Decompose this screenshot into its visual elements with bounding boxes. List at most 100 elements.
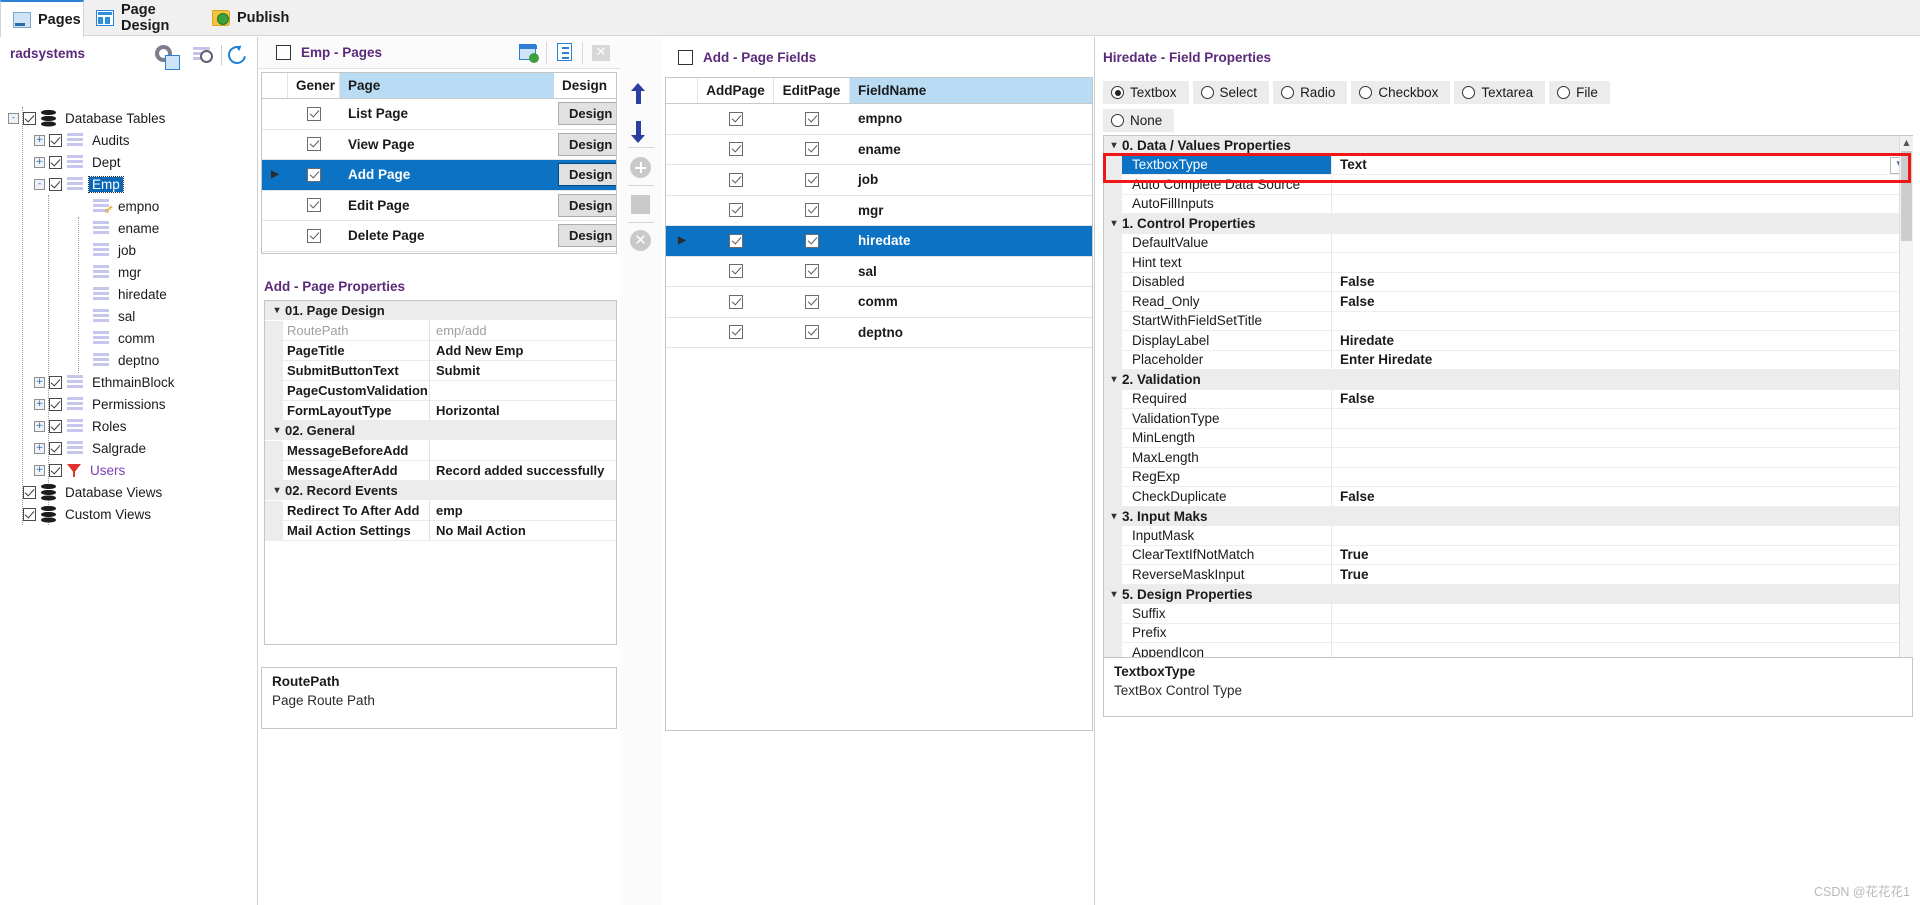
chevron-down-icon[interactable]: ▾ [1106,511,1122,522]
page-properties-grid[interactable]: ▾ 01. Page Design RoutePath emp/add PageTitl… [264,300,617,645]
move-down-arrow-icon[interactable] [627,115,655,143]
addpage-checkbox[interactable] [729,294,743,309]
page-design-cell[interactable]: Design [554,130,616,160]
control-type-radio-textbox[interactable]: Textbox [1103,81,1189,104]
field-property-row[interactable]: DefaultValue [1104,233,1912,253]
field-property-row[interactable]: CheckDuplicate False [1104,487,1912,507]
field-property-value[interactable] [1332,526,1912,546]
field-property-value[interactable]: Text▼ [1332,155,1912,175]
pages-grid-row[interactable]: View Page Design [262,130,616,160]
page-enabled-cell[interactable] [288,191,340,221]
property-row[interactable]: Mail Action Settings No Mail Action [265,521,616,541]
field-property-row[interactable]: DisplayLabel Hiredate [1104,331,1912,351]
fields-select-all-checkbox[interactable] [678,50,693,65]
new-page-icon[interactable] [516,41,542,65]
field-property-category-row[interactable]: ▾ 1. Control Properties [1104,214,1912,234]
field-property-value[interactable] [1332,409,1912,429]
field-property-value[interactable] [1332,623,1912,643]
property-row[interactable]: MessageBeforeAdd [265,441,616,461]
copy-page-icon[interactable] [554,41,580,65]
page-enabled-cell[interactable] [288,221,340,251]
property-category-row[interactable]: ▾ 01. Page Design [265,301,616,321]
page-enabled-checkbox[interactable] [307,198,321,213]
tree-node-dept[interactable]: + Dept [0,151,258,173]
page-design-cell[interactable]: Design [554,221,616,251]
remove-field-icon[interactable] [627,191,655,219]
tree-node-salgrade[interactable]: + Salgrade [0,437,258,459]
property-value[interactable]: emp [430,501,616,521]
tree-node-comm[interactable]: comm [0,327,258,349]
expand-icon[interactable]: + [34,156,45,168]
tree-node-checkbox[interactable] [49,397,62,411]
field-property-value[interactable]: False [1332,487,1912,507]
addpage-checkbox[interactable] [729,172,743,187]
property-value[interactable]: Record added successfully [430,461,616,481]
tree-node-checkbox[interactable] [49,419,62,433]
pages-col-page[interactable]: Page [340,73,554,98]
page-fields-grid[interactable]: AddPage EditPage FieldName empno ename job mgr… [665,77,1093,731]
fields-col-fieldname[interactable]: FieldName [850,78,1092,103]
tree-node-ename[interactable]: ename [0,217,258,239]
tree-node-checkbox[interactable] [49,441,62,455]
field-property-row[interactable]: InputMask [1104,526,1912,546]
radio-icon[interactable] [1557,86,1571,99]
editpage-cell[interactable] [774,287,850,317]
field-property-value[interactable] [1332,428,1912,448]
addpage-cell[interactable] [698,318,774,348]
field-property-row[interactable]: Placeholder Enter Hiredate [1104,350,1912,370]
fields-col-editpage[interactable]: EditPage [774,78,850,103]
editpage-checkbox[interactable] [805,264,819,279]
field-property-value[interactable]: False [1332,389,1912,409]
scroll-thumb[interactable] [1901,151,1912,241]
fields-grid-row[interactable]: mgr [666,196,1092,226]
field-property-value[interactable]: True [1332,565,1912,585]
editpage-cell[interactable] [774,165,850,195]
page-enabled-checkbox[interactable] [307,167,321,182]
pages-grid-row[interactable]: ▶ Add Page Design [262,160,616,191]
editpage-checkbox[interactable] [805,142,819,157]
fields-grid-row[interactable]: deptno [666,318,1092,348]
page-enabled-checkbox[interactable] [307,106,321,121]
field-property-row[interactable]: Hint text [1104,253,1912,273]
field-property-row[interactable]: MinLength [1104,428,1912,448]
field-property-category[interactable]: ▾ 2. Validation [1104,370,1912,390]
fields-grid-row[interactable]: comm [666,287,1092,318]
field-property-value[interactable]: True [1332,545,1912,565]
chevron-down-icon[interactable]: ▾ [1106,589,1122,600]
field-property-category[interactable]: ▾ 5. Design Properties [1104,584,1912,604]
page-design-cell[interactable]: Design [554,160,616,190]
field-property-row[interactable]: TextboxTypeText▼ [1104,155,1912,175]
design-button[interactable]: Design [558,163,616,187]
pages-col-design[interactable]: Design [554,73,616,98]
chevron-down-icon[interactable]: ▾ [269,425,285,436]
property-row[interactable]: SubmitButtonText Submit [265,361,616,381]
field-property-value[interactable]: Enter Hiredate [1332,350,1912,370]
property-value[interactable] [430,441,616,461]
property-category[interactable]: ▾ 01. Page Design [265,301,616,321]
pages-grid-row[interactable]: Edit Page Design [262,191,616,221]
pages-grid-row[interactable]: List Page Design [262,99,616,130]
property-row[interactable]: RoutePath emp/add [265,321,616,341]
addpage-cell[interactable] [698,196,774,226]
design-button[interactable]: Design [558,224,616,248]
tree-node-empno[interactable]: ⚷ empno [0,195,258,217]
radio-icon[interactable] [1462,86,1476,99]
field-property-row[interactable]: Required False [1104,389,1912,409]
property-category[interactable]: ▾ 02. General [265,421,616,441]
page-design-cell[interactable]: Design [554,191,616,221]
property-value[interactable]: Submit [430,361,616,381]
addpage-cell[interactable] [698,287,774,317]
chevron-down-icon[interactable]: ▾ [1106,218,1122,229]
tree-node-checkbox[interactable] [49,375,62,389]
pages-col-general[interactable]: Gener [288,73,340,98]
addpage-cell[interactable] [698,226,774,256]
control-type-radio-group-2[interactable]: None [1103,109,1175,132]
field-property-row[interactable]: ValidationType [1104,409,1912,429]
chevron-down-icon[interactable]: ▾ [1106,140,1122,151]
editpage-cell[interactable] [774,104,850,134]
editpage-checkbox[interactable] [805,294,819,309]
page-enabled-checkbox[interactable] [307,137,321,152]
editpage-cell[interactable] [774,318,850,348]
expand-icon[interactable]: + [34,420,45,432]
tree-node-users[interactable]: + Users [0,459,258,481]
